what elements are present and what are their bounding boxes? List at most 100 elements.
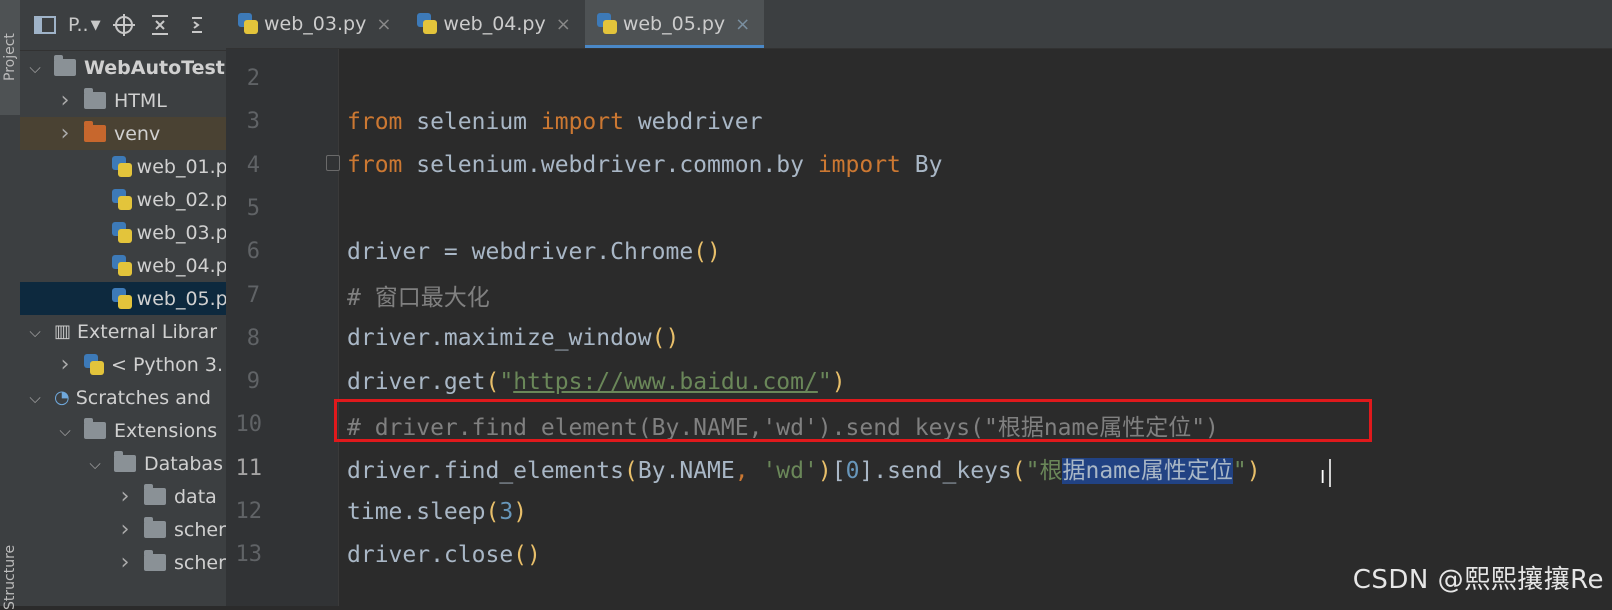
- code-token: import: [540, 108, 624, 135]
- project-tool-window-tab[interactable]: Project: [0, 0, 20, 115]
- code-token: By.NAME: [637, 458, 735, 485]
- tab-label: web_03.py: [264, 13, 367, 35]
- python-file-icon-part: [602, 20, 617, 34]
- close-icon[interactable]: ×: [735, 14, 750, 35]
- tree-item-label: web_03.py: [136, 221, 226, 244]
- editor-tab[interactable]: web_05.py ×: [584, 0, 765, 48]
- close-icon[interactable]: ×: [376, 14, 391, 35]
- expand-all-icon[interactable]: [183, 12, 209, 38]
- python-file-icon-part: [423, 20, 438, 34]
- tree-item[interactable]: ⌵ Databas: [20, 447, 226, 480]
- line-number: 9: [246, 369, 260, 395]
- chevron-down-icon[interactable]: ⌵: [58, 422, 72, 440]
- code-token: selenium: [402, 108, 541, 135]
- tab-label: web_05.py: [622, 13, 726, 35]
- scratches-icon: ◔: [54, 387, 70, 408]
- tree-item-label: scher: [174, 518, 226, 541]
- folder-icon: [84, 418, 106, 439]
- code-token: [: [831, 458, 846, 485]
- tree-item[interactable]: › < Python 3.: [20, 348, 226, 381]
- watermark: CSDN @熙熙攘攘Re: [1352, 565, 1604, 595]
- code-token: ": [817, 368, 832, 395]
- chevron-down-icon[interactable]: ⌵: [28, 389, 42, 407]
- python-file-icon-part: [118, 195, 133, 210]
- line-number: 8: [246, 325, 260, 351]
- code-token: 3: [499, 498, 514, 525]
- tree-item[interactable]: › scher: [20, 546, 226, 579]
- tree-item[interactable]: ⌵ Extensions: [20, 414, 226, 447]
- code-line: 4 from selenium.webdriver.common.by impor…: [226, 144, 1612, 187]
- line-number: 7: [246, 282, 260, 308]
- python-file-icon: [112, 287, 133, 310]
- code-token: ): [1246, 458, 1261, 485]
- python-file-icon: [112, 188, 133, 211]
- code-token: ): [817, 458, 832, 485]
- folder-icon: [144, 550, 166, 571]
- code-line: 8 driver.maximize_window(): [226, 317, 1612, 360]
- code-editor[interactable]: 2 3 from selenium import webdriver 4 from se…: [226, 49, 1612, 606]
- structure-tool-window-tab[interactable]: Structure: [0, 544, 20, 609]
- chevron-right-icon[interactable]: ›: [118, 550, 132, 575]
- chevron-down-icon[interactable]: ⌵: [88, 455, 102, 473]
- python-file-icon: [112, 221, 133, 244]
- tree-item-label: web_05.py: [136, 287, 226, 310]
- project-view-selector[interactable]: P.. ▼: [68, 14, 101, 36]
- editor-tab[interactable]: web_03.py ×: [226, 0, 405, 48]
- chevron-down-icon[interactable]: ⌵: [28, 323, 42, 341]
- tree-item[interactable]: › HTML: [20, 84, 226, 117]
- code-text: driver.get("https://www.baidu.com/"): [347, 369, 846, 395]
- collapse-all-icon[interactable]: [147, 12, 173, 38]
- chevron-right-icon[interactable]: ›: [118, 517, 132, 542]
- code-token: ": [499, 368, 514, 395]
- code-token: import: [817, 152, 901, 179]
- red-highlight-box: [334, 399, 1372, 442]
- tree-item-label: web_04.py: [136, 254, 226, 277]
- code-token: driver = webdriver.Chrome: [347, 238, 694, 265]
- line-number: 10: [235, 412, 263, 438]
- tree-item[interactable]: ⌵ ◔ Scratches and: [20, 381, 226, 414]
- tree-item[interactable]: ⌵ WebAutoTest: [20, 51, 226, 84]
- code-token: ,: [734, 458, 763, 485]
- code-token: ": [1232, 458, 1247, 485]
- tree-item[interactable]: web_02.py: [20, 183, 226, 216]
- chevron-right-icon[interactable]: ›: [58, 352, 72, 377]
- project-tree: ⌵ WebAutoTest › HTML › venv web_01.py web_02.py…: [20, 51, 226, 579]
- tree-item[interactable]: › data: [20, 480, 226, 513]
- folder-icon: [54, 55, 76, 76]
- project-view-label: P..: [68, 14, 89, 36]
- chevron-right-icon[interactable]: ›: [58, 88, 72, 113]
- close-icon[interactable]: ×: [556, 14, 571, 35]
- folder-icon: [114, 451, 136, 472]
- tree-item-label: < Python 3.: [111, 353, 223, 376]
- project-view-icon[interactable]: [32, 12, 58, 38]
- chevron-down-icon[interactable]: ⌵: [28, 59, 42, 77]
- tree-item[interactable]: › scher: [20, 513, 226, 546]
- tree-item[interactable]: web_04.py: [20, 249, 226, 282]
- chevron-right-icon[interactable]: ›: [58, 121, 72, 146]
- tree-item-label: web_02.py: [136, 188, 226, 211]
- tree-item[interactable]: web_01.py: [20, 150, 226, 183]
- python-file-icon-part: [118, 294, 133, 309]
- code-line: 6 driver = webdriver.Chrome(): [226, 230, 1612, 273]
- chevron-right-icon[interactable]: ›: [118, 484, 132, 509]
- code-token: ]: [859, 458, 874, 485]
- code-token: driver.maximize_window: [347, 325, 652, 352]
- dropdown-arrow-icon: ▼: [90, 17, 101, 33]
- code-line: 3 from selenium import webdriver: [226, 100, 1612, 143]
- code-text: from selenium.webdriver.common.by import…: [347, 152, 942, 178]
- line-number: 13: [235, 542, 263, 568]
- tree-item[interactable]: ⌵ ▥ External Librar: [20, 315, 226, 348]
- tree-item[interactable]: › venv: [20, 117, 226, 150]
- editor-tab[interactable]: web_04.py ×: [405, 0, 584, 48]
- tree-item[interactable]: web_03.py: [20, 216, 226, 249]
- tree-item-label: Extensions: [114, 419, 218, 442]
- tree-item-label: web_01.py: [136, 155, 226, 178]
- tree-item-label: External Librar: [77, 320, 218, 343]
- tree-item[interactable]: web_05.py: [20, 282, 226, 315]
- line-number: 2: [246, 66, 260, 91]
- code-line: 12 time.sleep(3): [226, 490, 1612, 533]
- locate-file-icon[interactable]: [111, 12, 137, 38]
- python-file-icon-part: [90, 360, 104, 375]
- python-file-icon: [417, 13, 438, 35]
